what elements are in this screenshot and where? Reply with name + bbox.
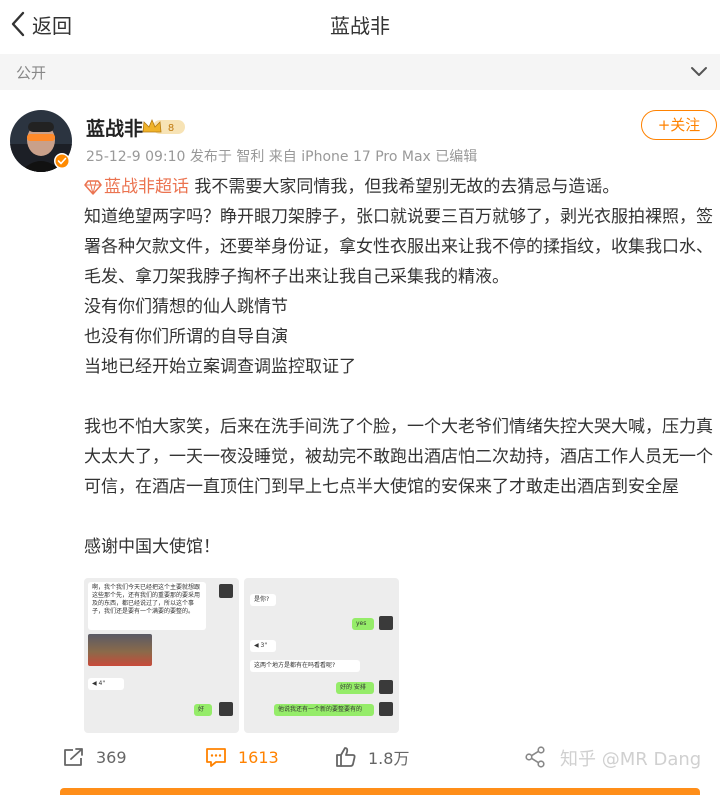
like-count: 1.8万: [368, 749, 410, 768]
post-text: 我不需要大家同情我，但我希望别无故的去猜忌与造谣。: [194, 177, 620, 197]
share-button[interactable]: [524, 744, 556, 770]
author-name[interactable]: 蓝战非: [86, 114, 143, 141]
avatar[interactable]: [10, 110, 72, 172]
vip-level: 8: [168, 123, 174, 134]
chat-bubble: ◀ 3": [250, 640, 276, 652]
post-text: 没有你们猜想的仙人跳情节: [84, 297, 288, 317]
post-content: 蓝战非超话 我不需要大家同情我，但我希望别无故的去猜忌与造谣。 知道绝望两字吗？…: [84, 172, 716, 562]
post-text: 当地已经开始立案调查调监控取证了: [84, 357, 356, 377]
topic-link[interactable]: 蓝战非超话: [104, 177, 189, 197]
comment-icon: [206, 748, 226, 767]
post-image-2[interactable]: 是你? yes ◀ 3" 这两个地方是都有在吗看看呢? 好的 安排 他说我还有一…: [244, 578, 399, 733]
chat-photo: [88, 634, 152, 666]
like-button[interactable]: 1.8万: [334, 744, 409, 770]
chat-bubble: 啊，我个我们今天已经把这个主要就想跟这些那个先，还有我们的重要那的要采用及的东西…: [88, 582, 206, 630]
like-icon: [336, 747, 356, 767]
post-text: 感谢中国大使馆！: [84, 537, 220, 557]
topic-diamond-icon: [84, 180, 102, 195]
chat-bubble: ◀ 4": [88, 678, 124, 690]
post-text: 知道绝望两字吗？睁开眼刀架脖子，张口就说要三百万就够了，剥光衣服拍裸照，签署各种…: [84, 207, 713, 287]
post-text: 我也不怕大家笑，后来在洗手间洗了个脸，一个大老爷们情绪失控大哭大喊，压力真大太大…: [84, 417, 713, 497]
repost-icon: [64, 748, 83, 766]
bottom-bar-edge: [60, 788, 700, 795]
top-navigation-bar: 返回 蓝战非: [0, 0, 720, 50]
visibility-bar[interactable]: 公开: [0, 54, 720, 90]
chat-bubble: 好: [194, 704, 212, 716]
repost-button[interactable]: 369: [62, 744, 127, 770]
chat-bubble: 这两个地方是都有在吗看看呢?: [250, 660, 360, 672]
post-meta: 25-12-9 09:10 发布于 智利 来自 iPhone 17 Pro Ma…: [86, 149, 478, 165]
visibility-label: 公开: [16, 64, 47, 82]
follow-button[interactable]: +关注: [641, 110, 717, 140]
watermark: 知乎 @MR Dang: [560, 749, 702, 770]
post-text: 也没有你们所谓的自导自演: [84, 327, 288, 347]
chat-bubble: 是你?: [250, 594, 276, 606]
comment-button[interactable]: 1613: [204, 744, 279, 770]
chat-bubble: 好的 安排: [336, 682, 374, 694]
chat-bubble: 他说我还有一个新的要整要有的: [274, 704, 374, 716]
post-image-1[interactable]: 啊，我个我们今天已经把这个主要就想跟这些那个先，还有我们的重要那的要采用及的东西…: [84, 578, 239, 733]
page-title: 蓝战非: [330, 14, 390, 38]
comment-count: 1613: [238, 747, 279, 767]
share-icon: [525, 746, 545, 768]
vip-crown-icon[interactable]: 8: [141, 117, 187, 137]
post-line-1: 蓝战非超话 我不需要大家同情我，但我希望别无故的去猜忌与造谣。: [84, 172, 716, 202]
chevron-down-icon[interactable]: [688, 62, 710, 82]
repost-count: 369: [96, 747, 127, 767]
chat-bubble: yes: [352, 618, 374, 630]
